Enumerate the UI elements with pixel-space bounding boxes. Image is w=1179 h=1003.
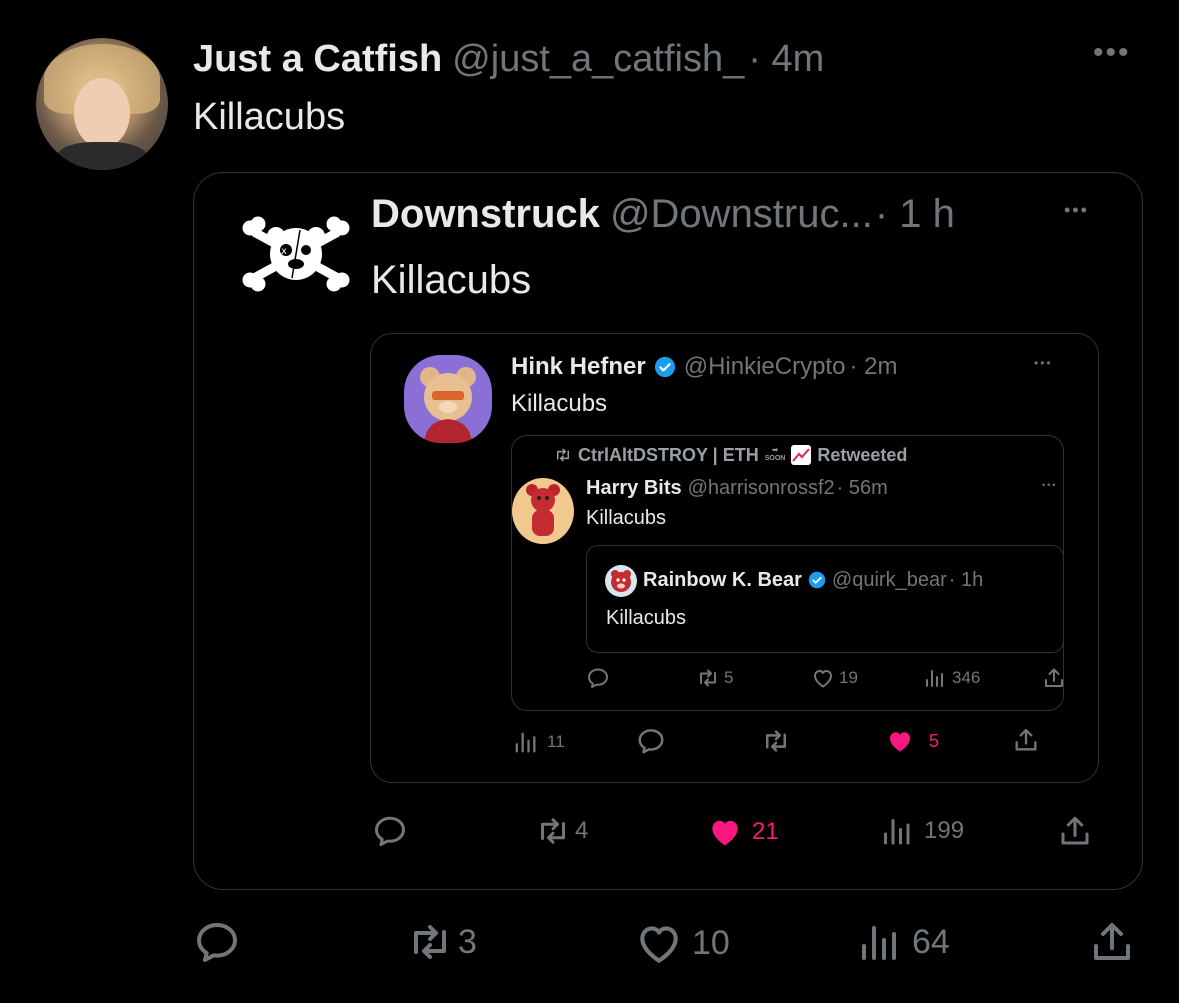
harry-bits-share-button[interactable] [1042, 666, 1066, 690]
share-upload-icon [1012, 726, 1040, 754]
views-count: 346 [952, 668, 981, 687]
quote2-header: Hink Hefner @HinkieCrypto · 2m [511, 352, 897, 382]
views-count: 199 [924, 817, 965, 844]
avatar-harry-bits[interactable] [512, 478, 574, 544]
harry-bits-text: Killacubs [586, 507, 667, 529]
tweet-text: Killacubs [193, 96, 346, 138]
retweet-arrows-icon [535, 813, 571, 849]
harry-bits-handle[interactable]: @harrisonrossf2 [688, 475, 835, 501]
like-button[interactable]: 10 [634, 918, 730, 968]
retweeter-name[interactable]: CtrlAltDSTROY | ETH [578, 443, 759, 467]
hink-hefner-retweet-button[interactable] [761, 726, 791, 756]
downstruck-name[interactable]: Downstruck [371, 190, 600, 238]
chart-up-emoji-icon [791, 445, 812, 465]
rainbow-k-bear-time[interactable]: · 1h [949, 567, 983, 593]
like-count: 21 [752, 818, 779, 845]
rainbow-k-bear-name[interactable]: Rainbow K. Bear [643, 567, 802, 593]
views-bars-icon [922, 666, 946, 690]
views-bars-icon [878, 813, 914, 849]
hink-hefner-name[interactable]: Hink Hefner [511, 352, 646, 382]
tweet-header: Just a Catfish @just_a_catfish_ · 4m [193, 36, 824, 82]
avatar-hink-hefner[interactable] [404, 355, 492, 443]
reply-bubble-icon [372, 813, 408, 849]
reply-button[interactable] [193, 918, 241, 966]
share-upload-icon [1088, 918, 1136, 966]
quote4-header: Rainbow K. Bear @quirk_bear · 1h [643, 567, 983, 593]
share-upload-icon [1057, 813, 1093, 849]
verified-badge-icon [808, 571, 826, 589]
retweet-button[interactable]: 3 [406, 918, 477, 966]
verified-badge-icon [654, 356, 675, 378]
author-handle[interactable]: @just_a_catfish_ [452, 36, 744, 82]
retweet-arrows-icon [761, 726, 791, 756]
downstruck-handle[interactable]: @Downstruc... [610, 190, 873, 238]
downstruck-like-button[interactable]: 21 [706, 813, 779, 851]
quote1-header: Downstruck @Downstruc... · 1 h [371, 190, 955, 238]
heart-icon [811, 666, 835, 690]
downstruck-views-button[interactable]: 199 [878, 813, 964, 849]
downstruck-time[interactable]: · 1 h [875, 190, 955, 238]
more-dots-icon[interactable]: ••• [1034, 356, 1053, 370]
hink-hefner-like-button[interactable]: 5 [885, 726, 939, 756]
rainbow-k-bear-text: Killacubs [606, 607, 687, 629]
reply-bubble-icon [636, 726, 666, 756]
hink-hefner-reply-button[interactable] [636, 726, 666, 756]
retweeted-label: Retweeted [817, 445, 908, 465]
like-count: 19 [839, 668, 858, 687]
tweet-time[interactable]: · 4m [748, 36, 824, 82]
downstruck-text: Killacubs [371, 258, 532, 302]
hink-hefner-time[interactable]: · 2m [849, 352, 897, 382]
svg-text:x: x [281, 246, 287, 257]
downstruck-retweet-button[interactable]: 4 [535, 813, 588, 849]
retweeted-by-line: CtrlAltDSTROY | ETH ➡ SOON Retweeted [554, 443, 907, 467]
harry-bits-time[interactable]: · 56m [837, 475, 888, 501]
like-count: 10 [692, 923, 730, 962]
retweet-count: 4 [575, 817, 589, 844]
author-name[interactable]: Just a Catfish [193, 36, 442, 82]
views-button[interactable]: 64 [854, 918, 950, 966]
harry-bits-reply-button[interactable] [586, 666, 610, 690]
avatar-rainbow-k-bear[interactable] [605, 565, 637, 597]
share-button[interactable] [1088, 918, 1136, 966]
avatar-just-a-catfish[interactable] [36, 38, 168, 170]
heart-icon [634, 918, 684, 968]
harry-bits-name[interactable]: Harry Bits [586, 475, 682, 501]
retweet-count: 5 [724, 668, 734, 687]
soon-arrow-badge: ➡ SOON [764, 447, 786, 462]
heart-icon [885, 726, 915, 756]
hink-hefner-text: Killacubs [511, 390, 608, 417]
views-count: 64 [912, 922, 950, 961]
heart-icon [706, 813, 744, 851]
harry-bits-retweet-button[interactable]: 5 [696, 666, 733, 690]
hink-hefner-share-button[interactable] [1012, 726, 1040, 754]
hink-hefner-handle[interactable]: @HinkieCrypto [684, 352, 846, 382]
views-bars-icon [511, 728, 539, 756]
more-dots-icon[interactable]: ••• [1042, 480, 1057, 490]
retweet-arrows-icon [554, 446, 572, 464]
views-bars-icon [854, 918, 902, 966]
reply-bubble-icon [586, 666, 610, 690]
retweet-count: 3 [458, 922, 477, 961]
hink-hefner-views-button[interactable]: 11 [511, 728, 565, 756]
harry-bits-views-button[interactable]: 346 [922, 666, 980, 690]
avatar-downstruck[interactable]: x [240, 214, 352, 294]
like-count: 5 [929, 730, 940, 751]
retweet-arrows-icon [696, 666, 720, 690]
more-dots-icon[interactable]: ••• [1093, 36, 1131, 70]
quoted-tweet-rainbow-k-bear[interactable] [586, 545, 1064, 653]
quote3-header: Harry Bits @harrisonrossf2 · 56m [586, 475, 888, 501]
harry-bits-like-button[interactable]: 19 [811, 666, 858, 690]
share-upload-icon [1042, 666, 1066, 690]
more-dots-icon[interactable]: ••• [1064, 200, 1089, 221]
retweet-arrows-icon [406, 918, 454, 966]
views-count: 11 [547, 732, 565, 751]
downstruck-share-button[interactable] [1057, 813, 1093, 849]
reply-bubble-icon [193, 918, 241, 966]
downstruck-reply-button[interactable] [372, 813, 408, 849]
rainbow-k-bear-handle[interactable]: @quirk_bear [832, 567, 947, 593]
